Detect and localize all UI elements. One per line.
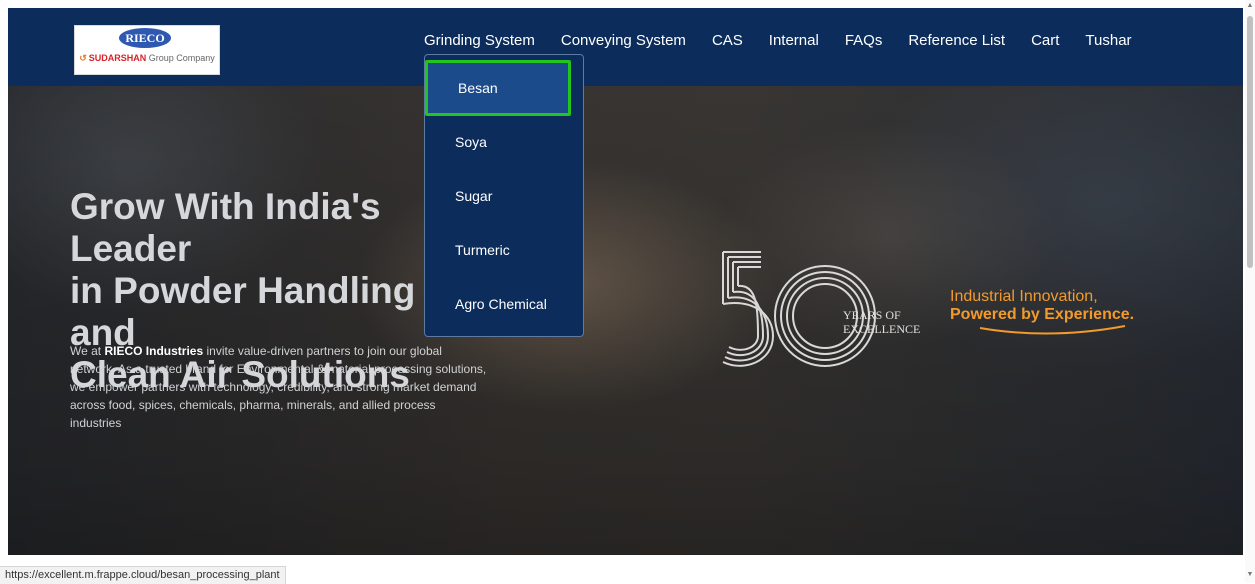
nav-reference-list[interactable]: Reference List xyxy=(908,32,1005,49)
nav-conveying-system[interactable]: Conveying System xyxy=(561,32,686,49)
nav-faqs[interactable]: FAQs xyxy=(845,32,883,49)
dropdown-item-besan[interactable]: Besan xyxy=(425,60,571,116)
hero-desc-brand: RIECO Industries xyxy=(104,344,204,358)
nav-cart[interactable]: Cart xyxy=(1031,32,1059,49)
nav-internal[interactable]: Internal xyxy=(769,32,819,49)
page-frame: RIECO ↺ SUDARSHAN Group Company Grinding … xyxy=(8,8,1243,555)
nav-grinding-system[interactable]: Grinding System xyxy=(424,32,535,49)
rieco-logo[interactable]: RIECO ↺ SUDARSHAN Group Company xyxy=(74,25,220,75)
tagline-line1: Industrial Innovation, xyxy=(950,288,1098,305)
grinding-system-dropdown: Besan Soya Sugar Turmeric Agro Chemical xyxy=(424,54,584,337)
hero-tagline: Industrial Innovation, Powered by Experi… xyxy=(950,288,1170,343)
dropdown-item-turmeric[interactable]: Turmeric xyxy=(425,223,583,277)
logo-group: Group Company xyxy=(148,53,215,63)
tagline-line2: Powered by Experience. xyxy=(950,306,1135,323)
browser-viewport: RIECO ↺ SUDARSHAN Group Company Grinding … xyxy=(0,0,1255,584)
logo-company: SUDARSHAN xyxy=(88,53,147,63)
navbar: RIECO ↺ SUDARSHAN Group Company Grinding … xyxy=(8,8,1243,86)
hero-description: We at RIECO Industries invite value-driv… xyxy=(70,342,488,432)
sudarshan-swoosh-icon: ↺ xyxy=(79,53,87,63)
nav-user-tushar[interactable]: Tushar xyxy=(1085,32,1131,49)
dropdown-item-agro-chemical[interactable]: Agro Chemical xyxy=(425,277,583,331)
scroll-down-arrow-icon[interactable]: ▼ xyxy=(1245,571,1255,578)
nav-menu: Grinding System Conveying System CAS Int… xyxy=(424,32,1132,49)
vertical-scrollbar[interactable]: ▲ ▼ xyxy=(1245,0,1255,583)
logo-brand: RIECO xyxy=(119,28,171,48)
hero-desc-lead: We at xyxy=(70,344,105,358)
nav-cas[interactable]: CAS xyxy=(712,32,743,49)
scroll-up-arrow-icon[interactable]: ▲ xyxy=(1245,2,1255,9)
years-of-excellence: YEARS OF EXCELLENCE xyxy=(843,308,921,336)
dropdown-item-soya[interactable]: Soya xyxy=(425,115,583,169)
tagline-swoosh-icon xyxy=(979,325,1126,335)
scroll-thumb[interactable] xyxy=(1247,16,1253,268)
status-bar-url: https://excellent.m.frappe.cloud/besan_p… xyxy=(0,566,286,584)
dropdown-item-sugar[interactable]: Sugar xyxy=(425,169,583,223)
hero-banner: Grow With India's Leader in Powder Handl… xyxy=(8,86,1243,555)
logo-tagline: ↺ SUDARSHAN Group Company xyxy=(75,53,219,64)
